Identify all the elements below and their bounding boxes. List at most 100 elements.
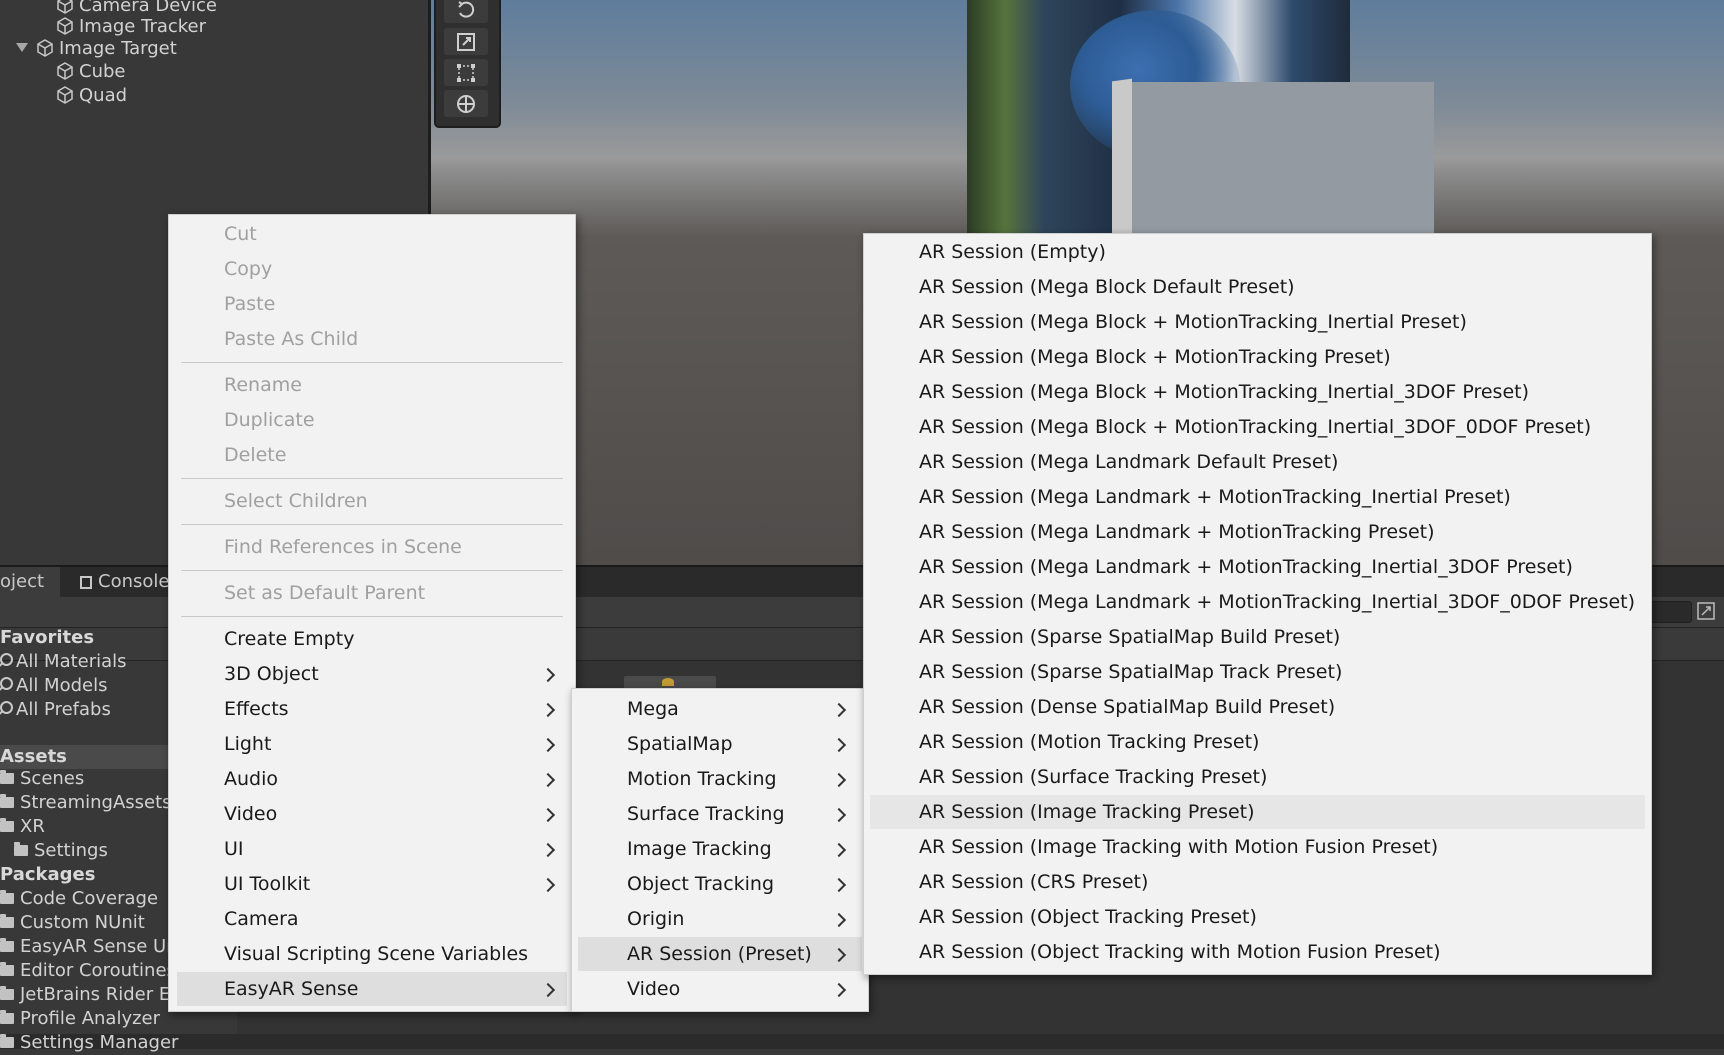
folder-item[interactable]: StreamingAssets: [0, 791, 172, 815]
submenu-item-ar-session-preset[interactable]: AR Session (Preset): [578, 937, 862, 971]
hierarchy-item-cube[interactable]: Cube: [56, 60, 125, 84]
menu-item-visual-scripting-scene-variables[interactable]: Visual Scripting Scene Variables: [169, 937, 575, 971]
transform-tool-button[interactable]: [444, 90, 488, 117]
preset-item[interactable]: AR Session (Mega Block + MotionTracking_…: [864, 375, 1651, 409]
folder-item[interactable]: Settings Manager: [0, 1031, 178, 1055]
menu-item-easyar-sense[interactable]: EasyAR Sense: [177, 972, 567, 1006]
folder-item[interactable]: JetBrains Rider Ec: [0, 983, 180, 1007]
preset-item[interactable]: AR Session (Mega Block Default Preset): [864, 270, 1651, 304]
folder-item[interactable]: Settings: [14, 839, 108, 863]
preset-item[interactable]: AR Session (Dense SpatialMap Build Prese…: [864, 690, 1651, 724]
menu-item-copy[interactable]: Copy: [169, 252, 575, 286]
hierarchy-item-image-target[interactable]: Image Target: [16, 37, 177, 61]
preset-item-image-tracking[interactable]: AR Session (Image Tracking Preset): [870, 795, 1645, 829]
favorites-item[interactable]: All Prefabs: [0, 698, 111, 722]
menu-item-label: AR Session (Mega Block + MotionTracking …: [919, 346, 1391, 368]
hierarchy-item-quad[interactable]: Quad: [56, 84, 127, 108]
easyar-sense-submenu: Mega SpatialMap Motion Tracking Surface …: [571, 688, 869, 1012]
folder-item[interactable]: Code Coverage: [0, 887, 158, 911]
preset-item[interactable]: AR Session (Object Tracking Preset): [864, 900, 1651, 934]
menu-item-find-references[interactable]: Find References in Scene: [169, 530, 575, 564]
hierarchy-item-label: Cube: [79, 61, 126, 82]
menu-item-rename[interactable]: Rename: [169, 368, 575, 402]
menu-item-audio[interactable]: Audio: [169, 762, 575, 796]
submenu-item-origin[interactable]: Origin: [572, 902, 868, 936]
favorites-header: Favorites: [0, 627, 95, 648]
preset-item[interactable]: AR Session (Sparse SpatialMap Track Pres…: [864, 655, 1651, 689]
menu-item-label: EasyAR Sense: [224, 978, 359, 1000]
submenu-item-video[interactable]: Video: [572, 972, 868, 1006]
preset-item[interactable]: AR Session (Mega Landmark + MotionTracki…: [864, 480, 1651, 514]
folder-item[interactable]: Profile Analyzer: [0, 1007, 160, 1031]
preset-item[interactable]: AR Session (Mega Landmark + MotionTracki…: [864, 515, 1651, 549]
preset-item[interactable]: AR Session (Mega Landmark + MotionTracki…: [864, 550, 1651, 584]
menu-item-label: Select Children: [224, 490, 368, 512]
menu-item-effects[interactable]: Effects: [169, 692, 575, 726]
menu-item-light[interactable]: Light: [169, 727, 575, 761]
menu-item-ui[interactable]: UI: [169, 832, 575, 866]
preset-item[interactable]: AR Session (Mega Block + MotionTracking_…: [864, 410, 1651, 444]
chevron-right-icon: [540, 702, 556, 718]
menu-item-paste-as-child[interactable]: Paste As Child: [169, 322, 575, 356]
menu-item-label: AR Session (Mega Landmark + MotionTracki…: [919, 556, 1573, 578]
preset-item[interactable]: AR Session (Motion Tracking Preset): [864, 725, 1651, 759]
preset-item[interactable]: AR Session (Mega Landmark Default Preset…: [864, 445, 1651, 479]
menu-item-ui-toolkit[interactable]: UI Toolkit: [169, 867, 575, 901]
menu-item-label: AR Session (Object Tracking with Motion …: [919, 941, 1441, 963]
menu-item-label: Origin: [627, 908, 685, 930]
menu-item-cut[interactable]: Cut: [169, 217, 575, 251]
menu-item-label: Video: [627, 978, 681, 1000]
menu-item-video[interactable]: Video: [169, 797, 575, 831]
chevron-right-icon: [831, 702, 847, 718]
submenu-item-spatialmap[interactable]: SpatialMap: [572, 727, 868, 761]
menu-item-label: SpatialMap: [627, 733, 733, 755]
folder-item[interactable]: Custom NUnit: [0, 911, 145, 935]
preset-item[interactable]: AR Session (Mega Landmark + MotionTracki…: [864, 585, 1651, 619]
scale-tool-button[interactable]: [444, 28, 488, 55]
favorites-item[interactable]: All Models: [0, 674, 107, 698]
menu-item-create-empty[interactable]: Create Empty: [169, 622, 575, 656]
menu-item-camera[interactable]: Camera: [169, 902, 575, 936]
folder-item[interactable]: Editor Coroutines: [0, 959, 176, 983]
ar-session-preset-submenu: AR Session (Empty) AR Session (Mega Bloc…: [863, 233, 1652, 975]
chevron-right-icon: [831, 947, 847, 963]
preset-item[interactable]: AR Session (CRS Preset): [864, 865, 1651, 899]
preset-item[interactable]: AR Session (Image Tracking with Motion F…: [864, 830, 1651, 864]
preset-item[interactable]: AR Session (Mega Block + MotionTracking_…: [864, 305, 1651, 339]
hierarchy-item-image-tracker[interactable]: Image Tracker: [56, 15, 206, 39]
submenu-item-image-tracking[interactable]: Image Tracking: [572, 832, 868, 866]
folder-item[interactable]: EasyAR Sense Ur: [0, 935, 174, 959]
submenu-item-motion-tracking[interactable]: Motion Tracking: [572, 762, 868, 796]
preset-item[interactable]: AR Session (Object Tracking with Motion …: [864, 935, 1651, 969]
preset-item[interactable]: AR Session (Empty): [864, 235, 1651, 269]
hierarchy-item-label: Image Tracker: [79, 16, 207, 37]
menu-item-delete[interactable]: Delete: [169, 438, 575, 472]
foldout-arrow-icon[interactable]: [16, 43, 28, 52]
tab-project[interactable]: oject: [0, 567, 60, 597]
submenu-item-surface-tracking[interactable]: Surface Tracking: [572, 797, 868, 831]
gameobject-cube-icon: [37, 39, 53, 57]
menu-item-paste[interactable]: Paste: [169, 287, 575, 321]
maximize-icon[interactable]: [1697, 602, 1715, 620]
submenu-item-mega[interactable]: Mega: [572, 692, 868, 726]
folder-item[interactable]: XR: [0, 815, 45, 839]
rotate-tool-button[interactable]: [444, 0, 488, 23]
preset-item[interactable]: AR Session (Surface Tracking Preset): [864, 760, 1651, 794]
menu-item-label: AR Session (Mega Block Default Preset): [919, 276, 1295, 298]
submenu-item-object-tracking[interactable]: Object Tracking: [572, 867, 868, 901]
tab-console[interactable]: Console: [66, 567, 176, 597]
menu-item-select-children[interactable]: Select Children: [169, 484, 575, 518]
menu-item-duplicate[interactable]: Duplicate: [169, 403, 575, 437]
preset-item[interactable]: AR Session (Sparse SpatialMap Build Pres…: [864, 620, 1651, 654]
menu-item-label: Mega: [627, 698, 679, 720]
packages-header[interactable]: Packages: [0, 863, 95, 887]
menu-item-set-default-parent[interactable]: Set as Default Parent: [169, 576, 575, 610]
scene-tools-overlay: [434, 0, 501, 128]
chevron-right-icon: [831, 772, 847, 788]
favorites-item[interactable]: All Materials: [0, 650, 127, 674]
preset-item[interactable]: AR Session (Mega Block + MotionTracking …: [864, 340, 1651, 374]
folder-item[interactable]: Scenes: [0, 767, 84, 791]
menu-item-3d-object[interactable]: 3D Object: [169, 657, 575, 691]
menu-item-label: AR Session (Mega Landmark + MotionTracki…: [919, 591, 1636, 613]
rect-tool-button[interactable]: [444, 59, 488, 86]
